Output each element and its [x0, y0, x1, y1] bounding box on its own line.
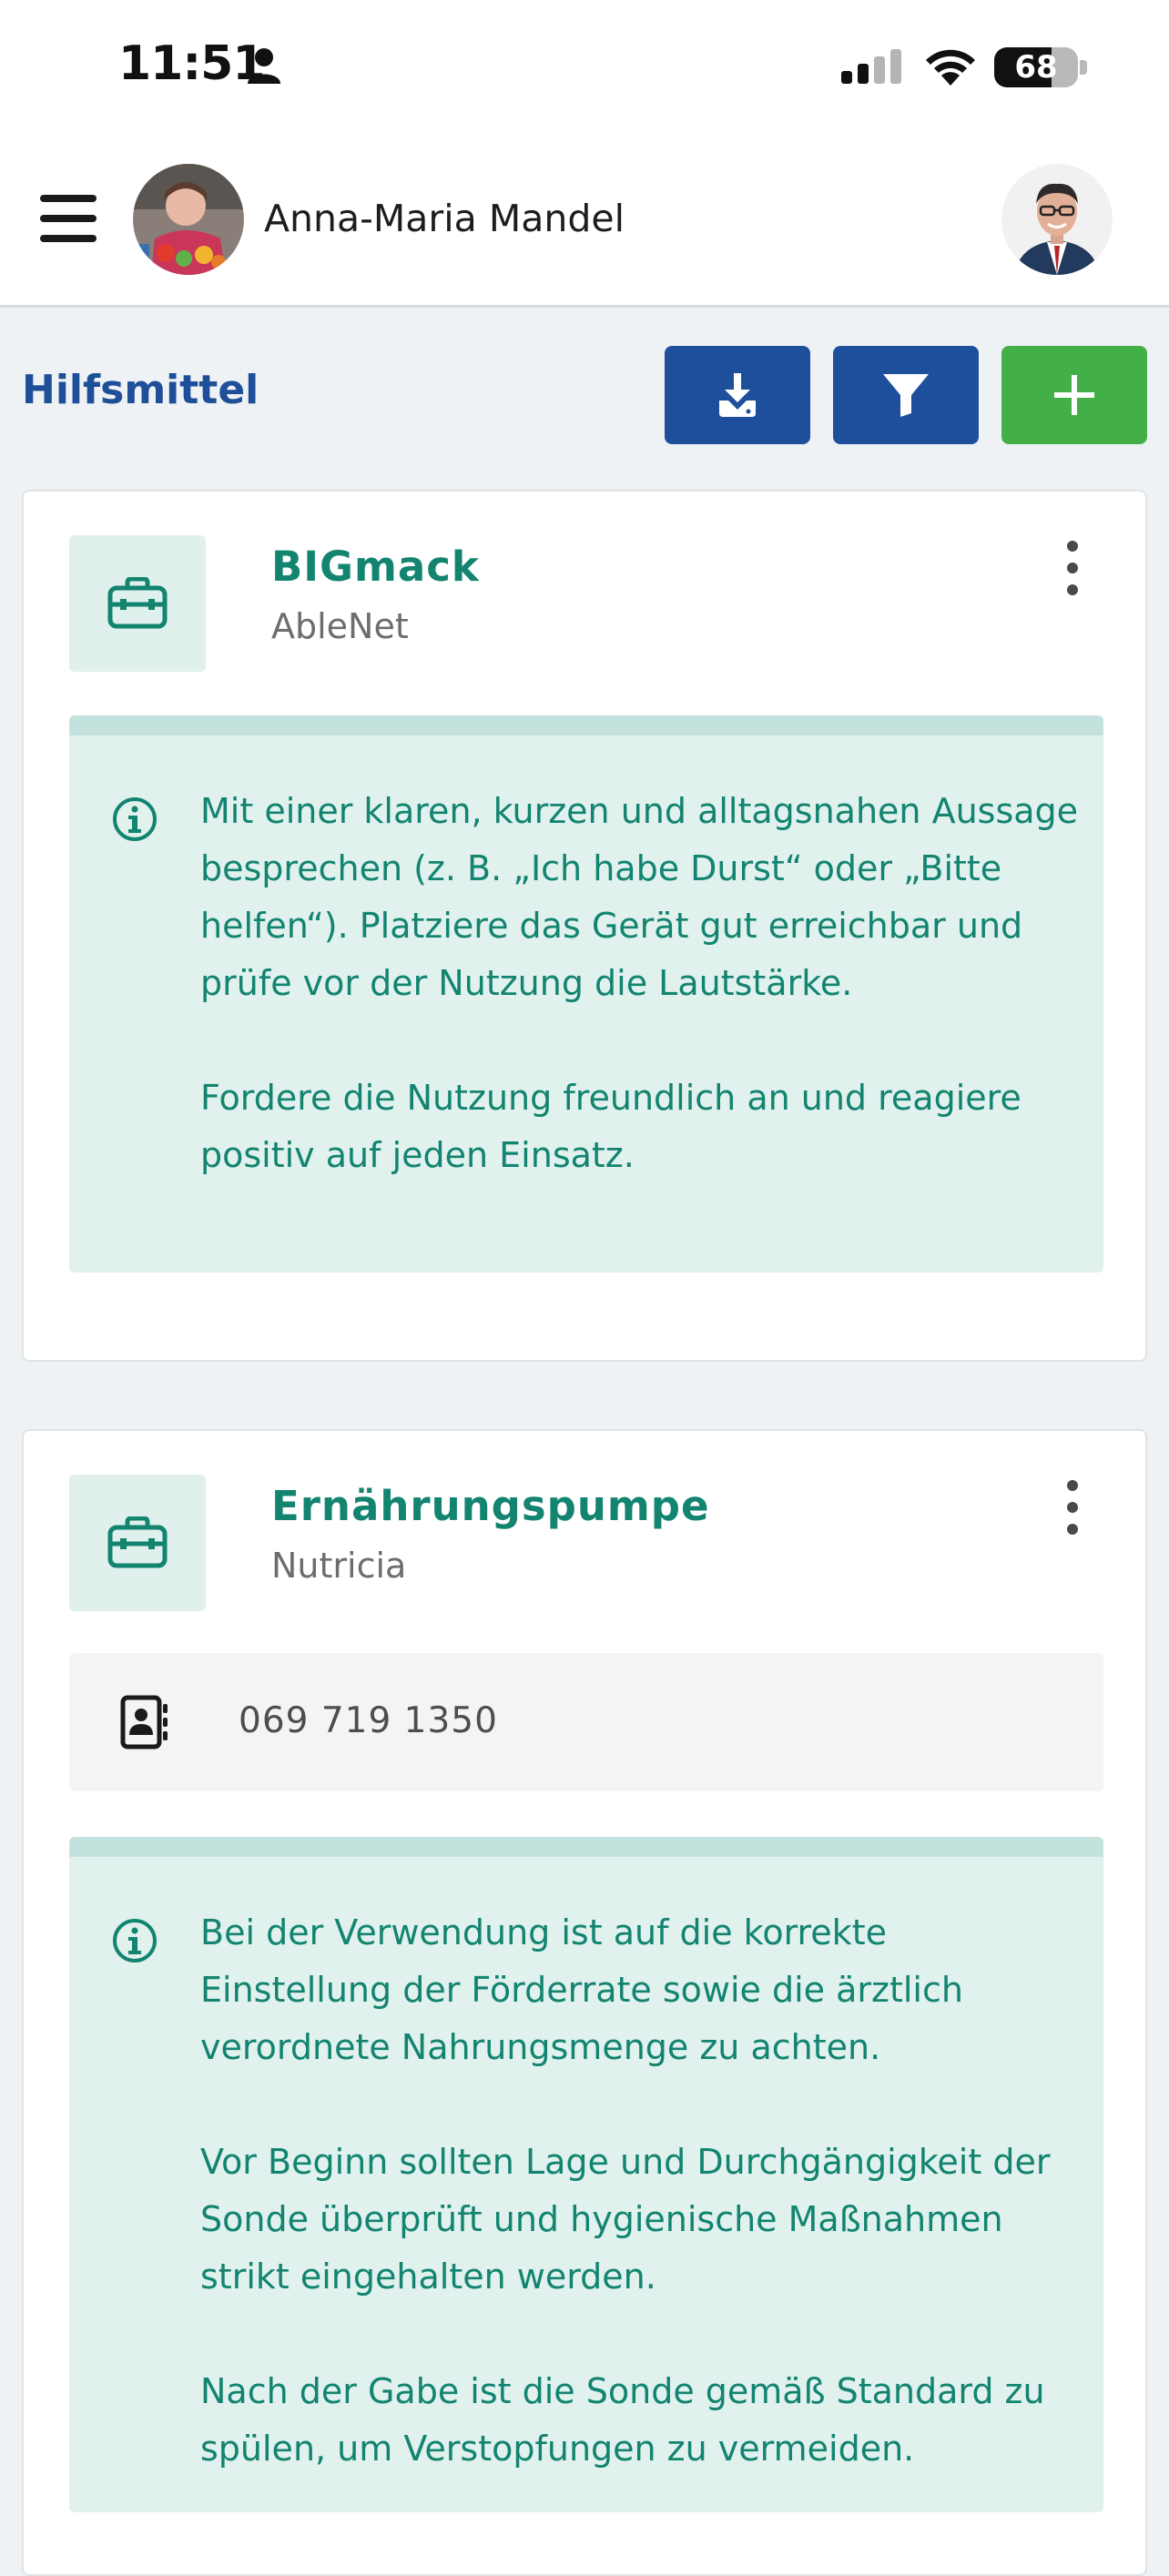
info-text: Bei der Verwendung ist auf die korrekte …	[200, 1912, 1051, 2469]
contact-phone-row[interactable]: 069 719 1350	[69, 1653, 1103, 1791]
kebab-icon	[1067, 541, 1078, 552]
contact-phone[interactable]: 069 719 1350	[239, 1700, 498, 1741]
kebab-icon-dot	[1067, 1502, 1078, 1513]
add-button[interactable]	[1001, 346, 1147, 444]
info-box: Bei der Verwendung ist auf die korrekte …	[69, 1837, 1103, 2512]
patient-name: Anna-Maria Mandel	[264, 197, 625, 240]
info-circle-icon	[113, 797, 157, 841]
kebab-icon-dot	[1067, 563, 1078, 573]
battery-cap	[1080, 60, 1087, 75]
kebab-icon-dot	[1067, 1524, 1078, 1535]
battery-indicator: 68	[994, 47, 1078, 87]
more-options-button[interactable]	[1062, 1478, 1083, 1538]
info-box: Mit einer klaren, kurzen und alltagsnahe…	[69, 715, 1103, 1273]
toolbox-icon	[107, 577, 168, 629]
aid-card[interactable]: BIGmack AbleNet Mit einer klaren, kurzen…	[22, 490, 1147, 1362]
download-button[interactable]	[665, 346, 810, 444]
card-manufacturer: AbleNet	[271, 606, 409, 646]
user-avatar[interactable]	[1001, 164, 1113, 275]
hamburger-icon-line	[40, 235, 97, 242]
wifi-icon	[926, 49, 975, 86]
patient-photo	[133, 164, 244, 275]
card-title: Ernährungspumpe	[271, 1482, 710, 1530]
contact-book-icon	[120, 1695, 168, 1749]
aid-card[interactable]: Ernährungspumpe Nutricia 069 719 1350 Be…	[22, 1429, 1147, 2576]
card-manufacturer: Nutricia	[271, 1546, 407, 1586]
kebab-icon	[1067, 1480, 1078, 1491]
status-time: 11:51	[118, 36, 266, 91]
card-icon-box	[69, 1475, 206, 1611]
info-text: Mit einer klaren, kurzen und alltagsnahe…	[200, 791, 1079, 1175]
info-circle-icon	[113, 1919, 157, 1962]
page-title: Hilfsmittel	[22, 367, 259, 413]
more-options-button[interactable]	[1062, 539, 1083, 599]
cellular-signal-icon	[841, 49, 901, 84]
hamburger-icon-line	[40, 215, 97, 222]
hamburger-icon	[40, 195, 97, 202]
person-icon	[248, 48, 280, 84]
patient-avatar[interactable]	[133, 164, 244, 275]
kebab-icon-dot	[1067, 584, 1078, 595]
app-header: Anna-Maria Mandel	[0, 137, 1169, 308]
plus-icon	[1054, 375, 1094, 415]
user-photo	[1001, 164, 1113, 275]
battery-percentage: 68	[1014, 49, 1058, 86]
card-title: BIGmack	[271, 543, 480, 591]
menu-button[interactable]	[36, 191, 100, 246]
download-icon	[719, 373, 756, 417]
status-bar: 11:51 68	[0, 0, 1169, 137]
filter-icon	[883, 374, 929, 417]
filter-button[interactable]	[833, 346, 979, 444]
card-icon-box	[69, 535, 206, 672]
toolbox-icon	[107, 1516, 168, 1568]
